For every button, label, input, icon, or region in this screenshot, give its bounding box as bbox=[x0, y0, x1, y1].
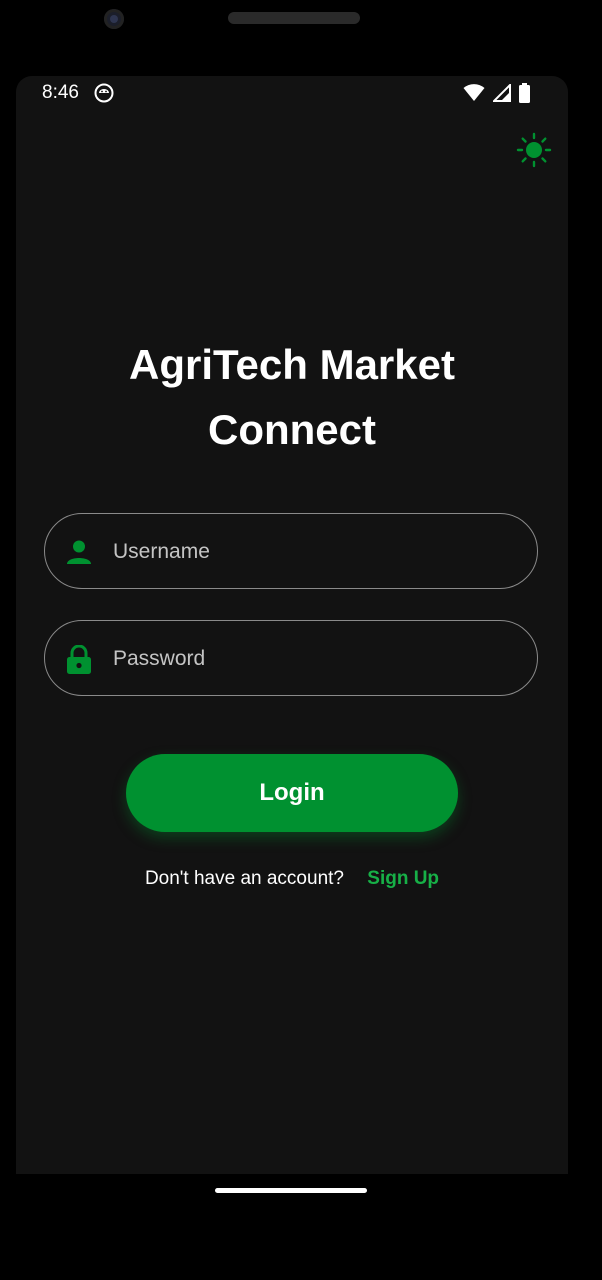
cell-signal-icon bbox=[491, 82, 511, 107]
login-button[interactable]: Login bbox=[126, 754, 458, 832]
signup-link[interactable]: Sign Up bbox=[367, 868, 439, 889]
battery-icon bbox=[519, 83, 530, 108]
person-icon bbox=[65, 538, 93, 566]
status-bar: 8:46 bbox=[16, 76, 568, 110]
app-title-line-2: Connect bbox=[208, 406, 376, 453]
app-title: AgriTech Market Connect bbox=[16, 332, 568, 462]
username-field[interactable] bbox=[44, 513, 538, 590]
username-input[interactable] bbox=[111, 514, 515, 590]
signup-prompt: Don't have an account? bbox=[144, 868, 344, 889]
android-debug-icon bbox=[94, 83, 114, 103]
sun-icon bbox=[516, 132, 552, 172]
password-input[interactable] bbox=[111, 621, 515, 697]
app-screen: 8:46 AgriTech Market Connect Username Lo… bbox=[16, 76, 568, 1174]
status-time: 8:46 bbox=[42, 82, 79, 103]
lock-icon bbox=[65, 644, 93, 674]
phone-frame: 8:46 AgriTech Market Connect Username Lo… bbox=[0, 0, 602, 1280]
home-indicator[interactable] bbox=[215, 1188, 367, 1193]
status-icons bbox=[463, 82, 530, 108]
password-field[interactable] bbox=[44, 620, 538, 697]
app-title-line-1: AgriTech Market bbox=[129, 341, 455, 388]
wifi-icon bbox=[463, 84, 485, 107]
earpiece-speaker bbox=[228, 12, 360, 24]
signup-row: Don't have an account? Sign Up bbox=[16, 868, 568, 890]
front-camera bbox=[104, 9, 124, 29]
theme-toggle-button[interactable] bbox=[516, 132, 552, 168]
